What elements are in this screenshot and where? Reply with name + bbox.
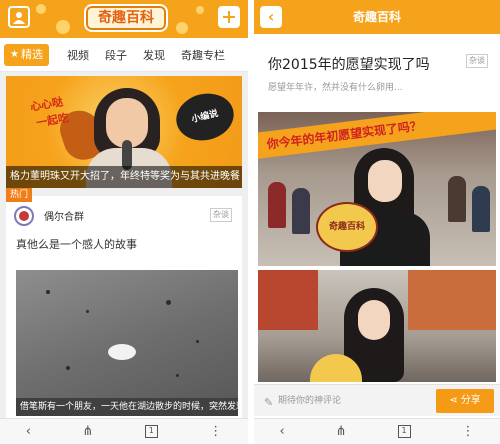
share-icon[interactable]: ⋔ xyxy=(82,424,93,439)
tabs-count-icon[interactable]: 1 xyxy=(397,425,411,438)
tab-video[interactable]: 视频 xyxy=(59,47,97,63)
post-card[interactable]: 偶尔合群 杂谈 真他么是一个感人的故事 借笔斯有一个朋友，一天他在湖边散步的时候… xyxy=(6,196,242,422)
article-image[interactable]: 你今年的年初愿望实现了吗？ 奇趣百科 xyxy=(258,112,496,266)
star-icon: ★ xyxy=(10,48,19,60)
post-image[interactable] xyxy=(16,270,238,398)
featured-card[interactable]: 心心哒 一起吃 小编说 格力董明珠又开大招了，年终特等奖为与其共进晚餐 xyxy=(6,76,242,188)
tab-column[interactable]: 奇趣专栏 xyxy=(173,47,233,63)
tab-featured[interactable]: ★ 精选 xyxy=(4,43,49,66)
feed-screen: 奇趣百科 ★ 精选 视频 段子 发现 奇趣专栏 心心哒 一起吃 小编说 格力董明… xyxy=(0,0,248,444)
hot-tag: 热门 xyxy=(6,188,33,202)
more-icon[interactable]: ⋮ xyxy=(209,424,222,439)
avatar[interactable] xyxy=(14,206,34,226)
category-tabs: ★ 精选 视频 段子 发现 奇趣专栏 xyxy=(0,38,248,72)
add-button[interactable] xyxy=(218,6,240,28)
brand-sign: 奇趣百科 xyxy=(316,202,378,252)
article-screen: ‹ 奇趣百科 你2015年的愿望实现了吗 杂谈 愿望年年许，然并没有什么卵用..… xyxy=(254,0,500,444)
article-header: ‹ 奇趣百科 xyxy=(254,0,500,34)
app-logo: 奇趣百科 xyxy=(84,4,168,32)
header-title: 奇趣百科 xyxy=(352,10,401,24)
article-image[interactable] xyxy=(258,270,496,382)
share-button[interactable]: ⋖ 分享 xyxy=(436,389,494,413)
back-icon[interactable]: ‹ xyxy=(279,424,284,439)
profile-button[interactable] xyxy=(8,6,30,28)
comment-input[interactable]: ✎ 期待你的神评论 xyxy=(260,390,432,412)
browser-toolbar: ‹ ⋔ 1 ⋮ xyxy=(254,418,500,444)
category-badge: 杂谈 xyxy=(466,54,488,68)
share-icon[interactable]: ⋔ xyxy=(336,424,347,439)
browser-toolbar: ‹ ⋔ 1 ⋮ xyxy=(0,418,248,444)
back-icon[interactable]: ‹ xyxy=(26,424,31,439)
username[interactable]: 偶尔合群 xyxy=(44,208,84,223)
user-icon xyxy=(13,12,25,24)
post-title[interactable]: 真他么是一个感人的故事 xyxy=(16,236,137,252)
tabs-count-icon[interactable]: 1 xyxy=(144,425,158,438)
comment-bar: ✎ 期待你的神评论 ⋖ 分享 xyxy=(254,384,500,416)
pencil-icon: ✎ xyxy=(264,396,274,409)
bird-image xyxy=(108,344,136,360)
article-title: 你2015年的愿望实现了吗 xyxy=(268,57,430,73)
share-icon: ⋖ xyxy=(449,395,461,406)
more-icon[interactable]: ⋮ xyxy=(462,424,475,439)
featured-caption: 格力董明珠又开大招了，年终特等奖为与其共进晚餐 xyxy=(6,166,242,188)
category-badge: 杂谈 xyxy=(210,208,232,222)
post-image-caption: 借笔斯有一个朋友，一天他在湖边散步的时候，突然发现一只 xyxy=(16,398,238,416)
article-subtitle: 愿望年年许，然并没有什么卵用... xyxy=(268,83,403,93)
tab-jokes[interactable]: 段子 xyxy=(97,47,135,63)
tab-discover[interactable]: 发现 xyxy=(135,47,173,63)
app-header: 奇趣百科 xyxy=(0,0,248,38)
